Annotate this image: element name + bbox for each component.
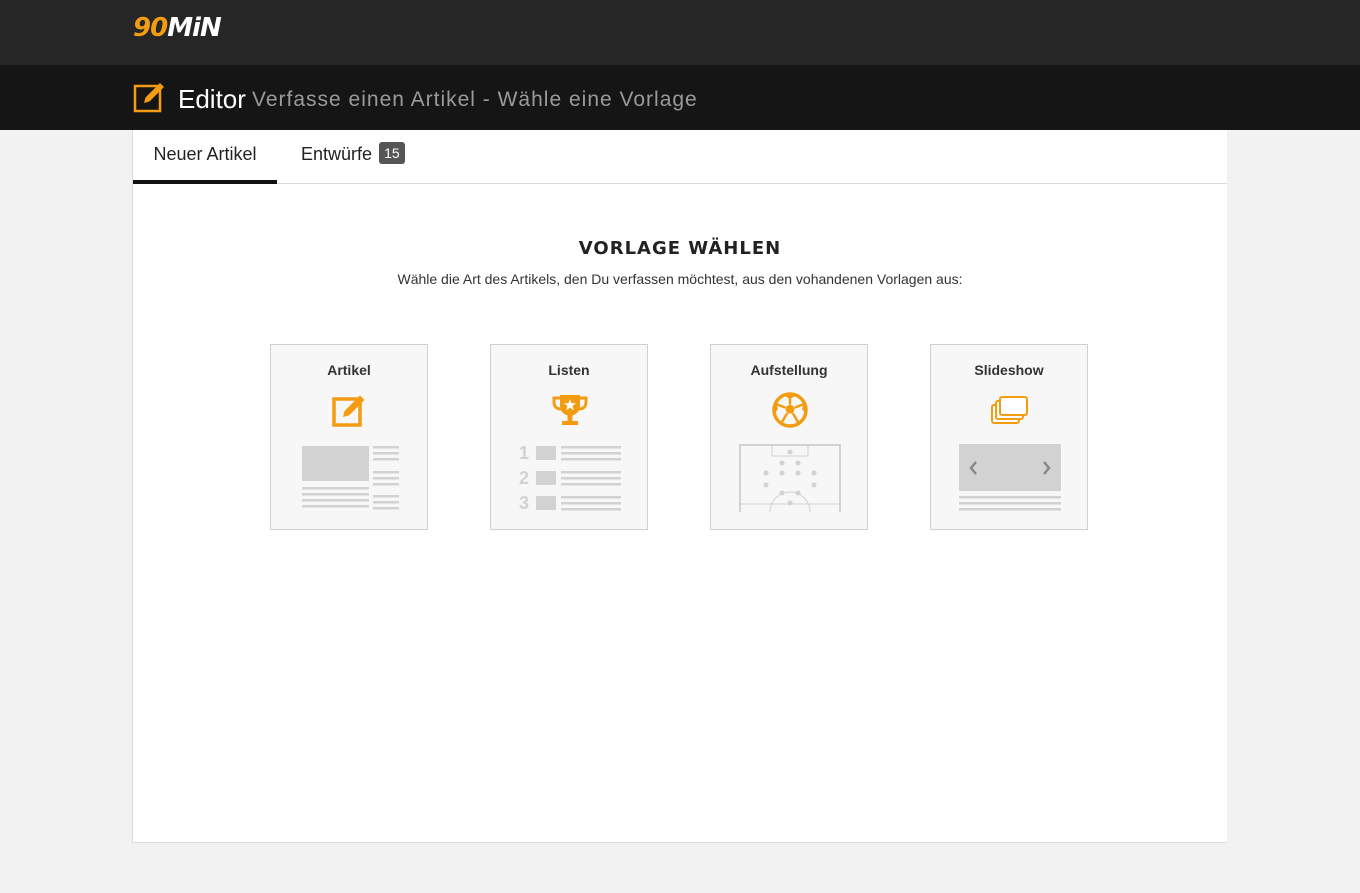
template-card-title: Listen: [548, 362, 590, 378]
formation-preview-graphic: [739, 444, 841, 512]
editor-subtitle: Verfasse einen Artikel - Wähle eine Vorl…: [252, 88, 698, 111]
editor-title: Editor: [178, 84, 246, 114]
top-nav-bar: 90 MiN: [0, 0, 1360, 65]
article-preview-graphic: [302, 446, 399, 510]
tab-new-article-label: Neuer Artikel: [153, 144, 257, 164]
tab-drafts[interactable]: Entwürfe 15: [301, 130, 405, 180]
soccer-ball-icon: [772, 392, 808, 428]
template-card-aufstellung[interactable]: Aufstellung: [710, 344, 868, 530]
template-card-artikel[interactable]: Artikel: [270, 344, 428, 530]
trophy-icon: [552, 395, 588, 425]
list-number: 1: [519, 443, 529, 463]
template-card-title: Slideshow: [974, 362, 1044, 378]
template-card-title: Artikel: [327, 362, 371, 378]
logo-text: MiN: [167, 13, 222, 43]
logo-number: 90: [133, 13, 168, 43]
template-card-listen[interactable]: Listen 1 2 3: [490, 344, 648, 530]
tab-drafts-label: Entwürfe: [301, 144, 373, 164]
slideshow-preview-graphic: [959, 444, 1061, 511]
list-number: 3: [519, 493, 529, 512]
tab-new-article[interactable]: Neuer Artikel: [133, 130, 277, 184]
section-heading: VORLAGE WÄHLEN: [578, 238, 782, 259]
tab-bar: Neuer Artikel Entwürfe 15: [133, 130, 1227, 184]
edit-icon: [133, 83, 164, 113]
list-number: 2: [519, 468, 529, 488]
list-preview-graphic: 1 2 3: [519, 443, 621, 512]
template-card-title: Aufstellung: [750, 362, 828, 378]
site-logo[interactable]: 90 MiN: [133, 13, 222, 43]
section-description: Wähle die Art des Artikels, den Du verfa…: [397, 271, 963, 287]
edit-icon: [332, 395, 365, 427]
gallery-icon: [991, 396, 1028, 424]
drafts-count-badge: 15: [379, 142, 405, 164]
template-card-slideshow[interactable]: Slideshow: [930, 344, 1088, 530]
editor-panel: Neuer Artikel Entwürfe 15 VORLAGE WÄHLEN…: [132, 130, 1227, 843]
